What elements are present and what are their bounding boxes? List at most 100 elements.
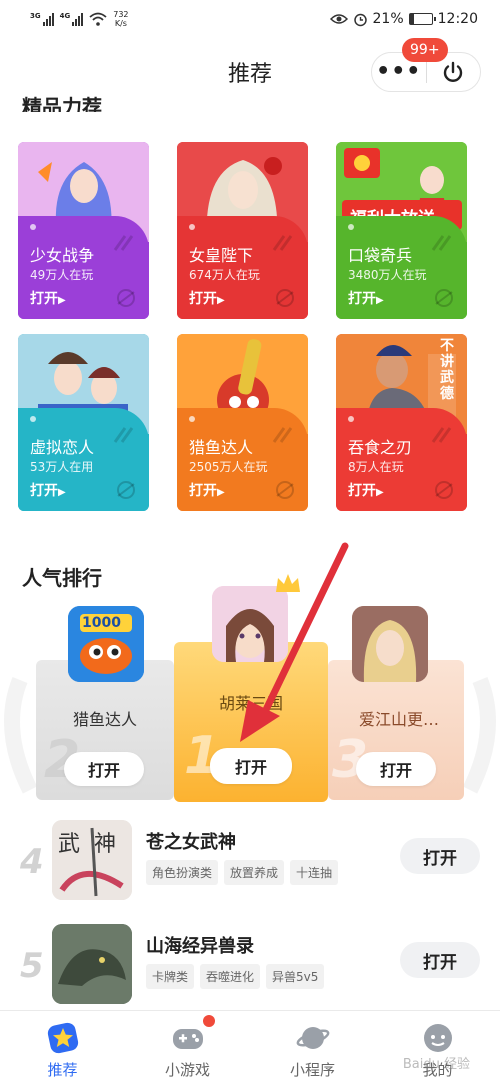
open-label: 打开 [189, 483, 217, 499]
chevron-right-icon: ▶ [376, 487, 384, 498]
game-name: 猎鱼达人 [189, 438, 254, 457]
tab-mini-programs[interactable]: 小程序 [250, 1011, 375, 1084]
podium-open-button-3[interactable]: 打开 [356, 752, 436, 786]
list-item[interactable]: 4 武神 苍之女武神 角色扮演类 放置养成 十连抽 打开 [0, 820, 500, 920]
tab-mine[interactable]: 我的 [375, 1011, 500, 1084]
tag: 卡牌类 [146, 964, 195, 989]
stripes-decoration [272, 235, 293, 251]
game-info-panel: 猎鱼达人 2505万人在玩 打开▶ [177, 408, 308, 511]
gamepad-icon [172, 1029, 203, 1049]
profile-icon [423, 1024, 452, 1052]
status-right: 21% 12:20 [329, 11, 478, 27]
game-tile[interactable]: 不讲武德 吞食之刃 8万人在玩 打开▶ [336, 334, 467, 511]
eye-icon [329, 14, 348, 24]
planet-watermark-icon [435, 481, 453, 499]
planet-watermark-icon [276, 289, 294, 307]
chevron-right-icon: ▶ [58, 487, 66, 498]
tag: 异兽5v5 [266, 964, 325, 989]
list-item[interactable]: 5 山海经异兽录 卡牌类 吞噬进化 异兽5v5 打开 [0, 924, 500, 1024]
player-count: 53万人在用 [30, 460, 94, 474]
open-link[interactable]: 打开▶ [348, 480, 384, 500]
star-icon [47, 1022, 78, 1054]
game-info-panel: 吞食之刃 8万人在玩 打开▶ [336, 408, 467, 511]
game-name: 虚拟恋人 [30, 438, 95, 457]
planet-watermark-icon [435, 289, 453, 307]
game-tile[interactable]: 猎鱼达人 2505万人在玩 打开▶ [177, 334, 308, 511]
open-link[interactable]: 打开▶ [30, 288, 66, 308]
close-button[interactable] [426, 60, 480, 84]
game-tile[interactable]: 少女战争 49万人在玩 打开▶ [18, 142, 149, 319]
open-link[interactable]: 打开▶ [189, 480, 225, 500]
cell-signal-icon-2: 4G [60, 12, 84, 26]
tab-mini-games[interactable]: 小游戏 [125, 1011, 250, 1084]
planet-watermark-icon [117, 481, 135, 499]
panel-dot [30, 224, 36, 230]
stripes-decoration [431, 427, 452, 443]
featured-section-title: 精品力荐 [22, 95, 102, 112]
open-link[interactable]: 打开▶ [189, 288, 225, 308]
game-icon-blonde-lady [352, 606, 428, 682]
panel-dot [189, 416, 195, 422]
list-name: 山海经异兽录 [146, 936, 254, 957]
game-tile[interactable]: 女皇陛下 674万人在玩 打开▶ [177, 142, 308, 319]
game-icon-wushen: 武神 [52, 820, 132, 900]
more-button[interactable]: ••• [372, 61, 426, 83]
game-name: 少女战争 [30, 246, 95, 265]
speed-unit: K/s [114, 19, 127, 28]
wifi-icon [89, 12, 107, 26]
list-name: 苍之女武神 [146, 832, 236, 853]
game-info-panel: 女皇陛下 674万人在玩 打开▶ [177, 216, 308, 319]
game-icon-anime-girl [212, 586, 288, 662]
open-label: 打开 [30, 483, 58, 499]
open-label: 打开 [189, 291, 217, 307]
power-icon [444, 61, 463, 82]
list-rank: 5 [20, 946, 44, 986]
clock: 12:20 [437, 11, 478, 27]
open-label: 打开 [30, 291, 58, 307]
podium-name-1: 胡莱三国 [218, 694, 283, 713]
game-tile[interactable]: 虚拟恋人 53万人在用 打开▶ [18, 334, 149, 511]
stripes-decoration [113, 235, 134, 251]
list-open-button[interactable]: 打开 [400, 942, 480, 978]
tab-notification-dot [203, 1015, 215, 1027]
network-speed: 732 K/s [113, 10, 128, 28]
alarm-icon [353, 13, 367, 26]
open-link[interactable]: 打开▶ [30, 480, 66, 500]
game-info-panel: 虚拟恋人 53万人在用 打开▶ [18, 408, 149, 511]
podium-open-button-2[interactable]: 打开 [64, 752, 144, 786]
tab-bar: 推荐 小游戏 小程序 我的 [0, 1010, 500, 1084]
chevron-right-icon: ▶ [58, 295, 66, 306]
panel-dot [189, 224, 195, 230]
signal-type-2: 4G [59, 12, 71, 20]
player-count: 2505万人在玩 [189, 460, 268, 474]
open-label: 打开 [348, 291, 376, 307]
game-name: 口袋奇兵 [348, 246, 413, 265]
player-count: 49万人在玩 [30, 268, 94, 282]
notification-badge: 99+ [402, 38, 448, 62]
game-info-panel: 少女战争 49万人在玩 打开▶ [18, 216, 149, 319]
podium: 1000 猎鱼达人 2 打开 胡莱三国 1 打开 爱江山更… 3 打开 [36, 574, 476, 805]
game-name: 女皇陛下 [189, 246, 254, 265]
game-icon-dragon [52, 924, 132, 1004]
game-info-panel: 口袋奇兵 3480万人在玩 打开▶ [336, 216, 467, 319]
tag: 角色扮演类 [146, 860, 219, 885]
status-left: 3G 4G 732 K/s [30, 10, 129, 28]
list-open-button[interactable]: 打开 [400, 838, 480, 874]
tab-label: 小程序 [289, 1061, 335, 1079]
podium-open-button-1[interactable]: 打开 [210, 748, 292, 784]
cell-signal-icon-1: 3G [30, 12, 54, 26]
player-count: 3480万人在玩 [348, 268, 427, 282]
wushen-calligraphy-text: 武神 [58, 832, 131, 857]
chevron-right-icon: ▶ [217, 487, 225, 498]
open-link[interactable]: 打开▶ [348, 288, 384, 308]
tab-recommend[interactable]: 推荐 [0, 1011, 125, 1084]
panel-dot [348, 416, 354, 422]
chevron-right-icon: ▶ [217, 295, 225, 306]
tag: 吞噬进化 [200, 964, 261, 989]
tab-label: 推荐 [47, 1061, 78, 1079]
tag: 十连抽 [290, 860, 339, 885]
signal-type-1: 3G [30, 12, 41, 20]
planet-watermark-icon [117, 289, 135, 307]
game-icon-fish: 1000 [68, 606, 144, 682]
game-tile[interactable]: 福利大放送 口袋奇兵 3480万人在玩 打开▶ [336, 142, 467, 319]
